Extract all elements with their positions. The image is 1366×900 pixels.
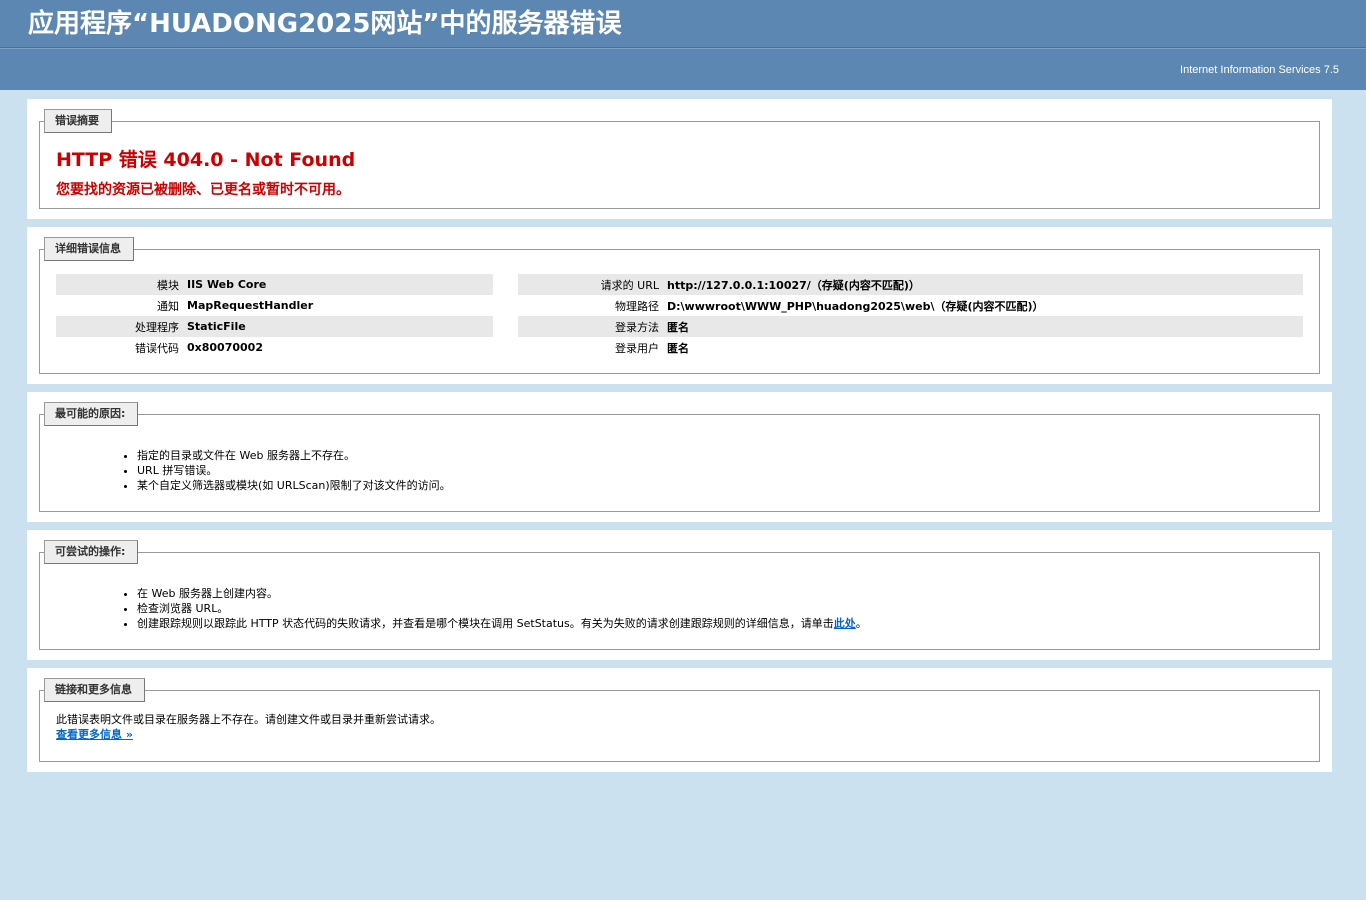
detail-key: 模块 xyxy=(157,278,179,292)
error-title: HTTP 错误 404.0 - Not Found xyxy=(56,149,356,171)
list-item: 检查浏览器 URL。 xyxy=(122,601,867,616)
detail-value: http://127.0.0.1:10027/（存疑(内容不匹配)） xyxy=(667,278,920,292)
detail-row-module: 模块 IIS Web Core xyxy=(56,274,493,295)
more-info-text-block: 此错误表明文件或目录在服务器上不存在。请创建文件或目录并重新尝试请求。 查看更多… xyxy=(56,712,441,742)
causes-fieldset: 最可能的原因: 指定的目录或文件在 Web 服务器上不存在。 URL 拼写错误。… xyxy=(39,402,1320,512)
more-info-panel: 链接和更多信息 此错误表明文件或目录在服务器上不存在。请创建文件或目录并重新尝试… xyxy=(27,668,1332,772)
server-bar: Internet Information Services 7.5 xyxy=(0,48,1366,90)
detail-key: 登录方法 xyxy=(615,320,659,334)
page-title: 应用程序“HUADONG2025网站”中的服务器错误 xyxy=(28,9,622,39)
causes-legend: 最可能的原因: xyxy=(44,402,139,426)
summary-legend: 错误摘要 xyxy=(44,109,112,133)
detail-key: 通知 xyxy=(157,299,179,313)
more-info-legend: 链接和更多信息 xyxy=(44,678,145,702)
causes-list: 指定的目录或文件在 Web 服务器上不存在。 URL 拼写错误。 某个自定义筛选… xyxy=(122,448,451,493)
more-info-fieldset: 链接和更多信息 此错误表明文件或目录在服务器上不存在。请创建文件或目录并重新尝试… xyxy=(39,678,1320,762)
list-item-trace: 创建跟踪规则以跟踪此 HTTP 状态代码的失败请求，并查看是哪个模块在调用 Se… xyxy=(122,616,867,631)
details-panel: 详细错误信息 模块 IIS Web Core 通知 MapRequestHand… xyxy=(27,227,1332,384)
detail-key: 处理程序 xyxy=(135,320,179,334)
detail-row-logon-method: 登录方法 匿名 xyxy=(518,316,1303,337)
detail-value: D:\wwwroot\WWW_PHP\huadong2025\web\（存疑(内… xyxy=(667,299,1044,313)
actions-list: 在 Web 服务器上创建内容。 检查浏览器 URL。 创建跟踪规则以跟踪此 HT… xyxy=(122,586,867,631)
trace-text-end: 。 xyxy=(855,617,867,630)
details-fieldset: 详细错误信息 模块 IIS Web Core 通知 MapRequestHand… xyxy=(39,237,1320,374)
here-link[interactable]: 此处 xyxy=(834,617,856,630)
summary-panel: 错误摘要 HTTP 错误 404.0 - Not Found 您要找的资源已被删… xyxy=(27,99,1332,219)
detail-row-handler: 处理程序 StaticFile xyxy=(56,316,493,337)
list-item: 指定的目录或文件在 Web 服务器上不存在。 xyxy=(122,448,451,463)
summary-fieldset: 错误摘要 HTTP 错误 404.0 - Not Found 您要找的资源已被删… xyxy=(39,109,1320,209)
trace-text: 创建跟踪规则以跟踪此 HTTP 状态代码的失败请求，并查看是哪个模块在调用 Se… xyxy=(137,617,834,630)
server-name: Internet Information Services 7.5 xyxy=(1180,64,1339,76)
detail-value: StaticFile xyxy=(187,320,246,333)
detail-row-notification: 通知 MapRequestHandler xyxy=(56,295,493,316)
error-message: 您要找的资源已被删除、已更名或暂时不可用。 xyxy=(56,182,350,198)
actions-fieldset: 可尝试的操作: 在 Web 服务器上创建内容。 检查浏览器 URL。 创建跟踪规… xyxy=(39,540,1320,650)
actions-legend: 可尝试的操作: xyxy=(44,540,139,564)
detail-value: MapRequestHandler xyxy=(187,299,314,312)
page-header: 应用程序“HUADONG2025网站”中的服务器错误 xyxy=(0,0,1366,48)
list-item: 在 Web 服务器上创建内容。 xyxy=(122,586,867,601)
detail-value: 匿名 xyxy=(667,341,689,355)
detail-key: 错误代码 xyxy=(135,341,179,355)
details-table-left: 模块 IIS Web Core 通知 MapRequestHandler 处理程… xyxy=(56,274,493,358)
content: 错误摘要 HTTP 错误 404.0 - Not Found 您要找的资源已被删… xyxy=(0,90,1366,772)
list-item: 某个自定义筛选器或模块(如 URLScan)限制了对该文件的访问。 xyxy=(122,478,451,493)
detail-key: 请求的 URL xyxy=(600,278,659,292)
more-info-text: 此错误表明文件或目录在服务器上不存在。请创建文件或目录并重新尝试请求。 xyxy=(56,713,441,726)
more-info-link[interactable]: 查看更多信息 » xyxy=(56,728,133,741)
detail-row-logon-user: 登录用户 匿名 xyxy=(518,337,1303,358)
detail-row-url: 请求的 URL http://127.0.0.1:10027/（存疑(内容不匹配… xyxy=(518,274,1303,295)
actions-panel: 可尝试的操作: 在 Web 服务器上创建内容。 检查浏览器 URL。 创建跟踪规… xyxy=(27,530,1332,660)
detail-value: 匿名 xyxy=(667,320,689,334)
detail-row-physical-path: 物理路径 D:\wwwroot\WWW_PHP\huadong2025\web\… xyxy=(518,295,1303,316)
causes-panel: 最可能的原因: 指定的目录或文件在 Web 服务器上不存在。 URL 拼写错误。… xyxy=(27,392,1332,522)
list-item: URL 拼写错误。 xyxy=(122,463,451,478)
detail-key: 物理路径 xyxy=(615,299,659,313)
details-table-right: 请求的 URL http://127.0.0.1:10027/（存疑(内容不匹配… xyxy=(518,274,1303,358)
details-legend: 详细错误信息 xyxy=(44,237,134,261)
detail-value: 0x80070002 xyxy=(187,341,263,354)
detail-value: IIS Web Core xyxy=(187,278,267,291)
detail-key: 登录用户 xyxy=(615,341,659,355)
detail-row-error-code: 错误代码 0x80070002 xyxy=(56,337,493,358)
